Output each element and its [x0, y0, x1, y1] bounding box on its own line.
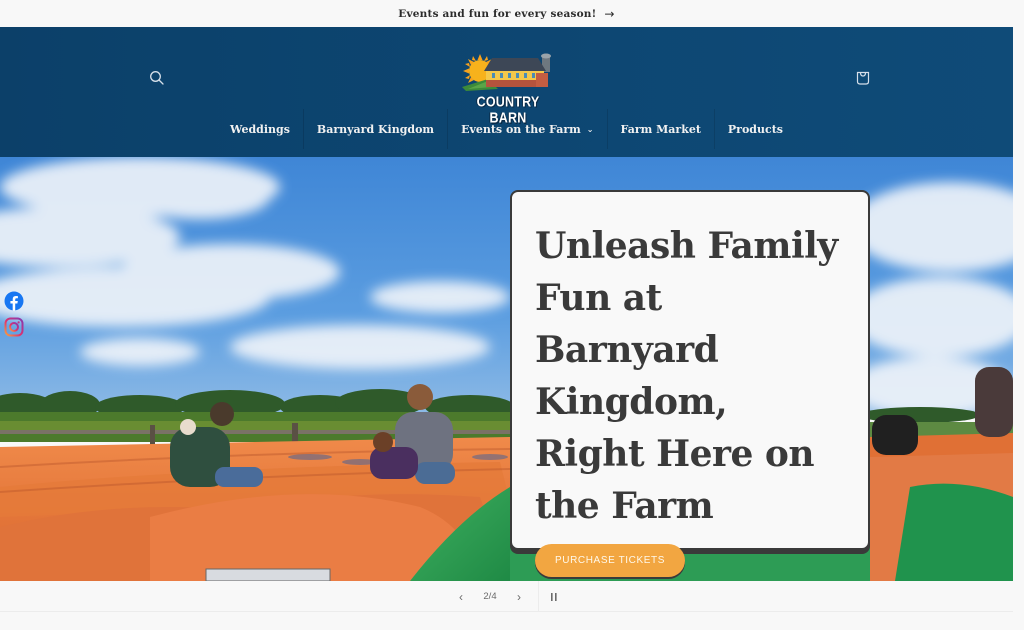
nav-item-barnyard-kingdom[interactable]: Barnyard Kingdom — [304, 109, 449, 149]
page: Events and fun for every season! → COUNT… — [0, 0, 1013, 630]
announcement-bar[interactable]: Events and fun for every season! → — [0, 0, 1013, 27]
site-header: COUNTRY BARN Weddings Barnyard Kingdom E… — [0, 27, 1013, 157]
nav-label: Barnyard Kingdom — [316, 122, 435, 136]
next-slide-button[interactable]: › — [510, 581, 528, 612]
hero-content-card: Unleash Family Fun at Barnyard Kingdom, … — [510, 190, 870, 577]
pause-slideshow-button[interactable] — [545, 581, 563, 612]
nav-item-farm-market[interactable]: Farm Market — [608, 109, 715, 149]
arrow-right-icon[interactable]: → — [604, 7, 614, 21]
slide-counter: 2/4 — [483, 591, 497, 602]
chevron-down-icon: ⌄ — [586, 124, 594, 134]
search-button[interactable] — [143, 64, 171, 92]
nav-label: Events on the Farm — [461, 122, 581, 136]
cart-bag-icon — [856, 71, 870, 85]
nav-item-products[interactable]: Products — [715, 109, 796, 149]
chevron-left-icon: ‹ — [459, 589, 463, 604]
logo[interactable]: COUNTRY BARN — [458, 43, 558, 126]
pause-icon — [551, 592, 557, 601]
search-icon — [150, 71, 164, 85]
nav-label: Products — [727, 122, 783, 136]
nav-item-weddings[interactable]: Weddings — [217, 109, 304, 149]
cart-button[interactable] — [849, 64, 877, 92]
announcement-text[interactable]: Events and fun for every season! — [398, 8, 596, 20]
slideshow-controls: ‹ 2/4 › — [0, 581, 1013, 612]
hero-slideshow: Unleash Family Fun at Barnyard Kingdom, … — [0, 157, 1013, 581]
purchase-tickets-button[interactable]: PURCHASE TICKETS — [535, 544, 685, 577]
hero-heading: Unleash Family Fun at Barnyard Kingdom, … — [535, 225, 838, 527]
barn-sun-logo-icon — [462, 53, 551, 91]
nav-label: Weddings — [230, 122, 290, 136]
main-nav: Weddings Barnyard Kingdom Events on the … — [0, 109, 1013, 149]
page-edge — [1013, 0, 1024, 630]
controls-divider — [538, 581, 539, 612]
nav-label: Farm Market — [620, 122, 701, 136]
nav-item-events-on-the-farm[interactable]: Events on the Farm ⌄ — [448, 109, 608, 149]
social-links — [4, 291, 24, 337]
safety-sign — [205, 568, 331, 581]
facebook-icon[interactable] — [4, 291, 24, 311]
chevron-right-icon: › — [517, 589, 521, 604]
previous-slide-button[interactable]: ‹ — [452, 581, 470, 612]
instagram-icon[interactable] — [4, 317, 24, 337]
